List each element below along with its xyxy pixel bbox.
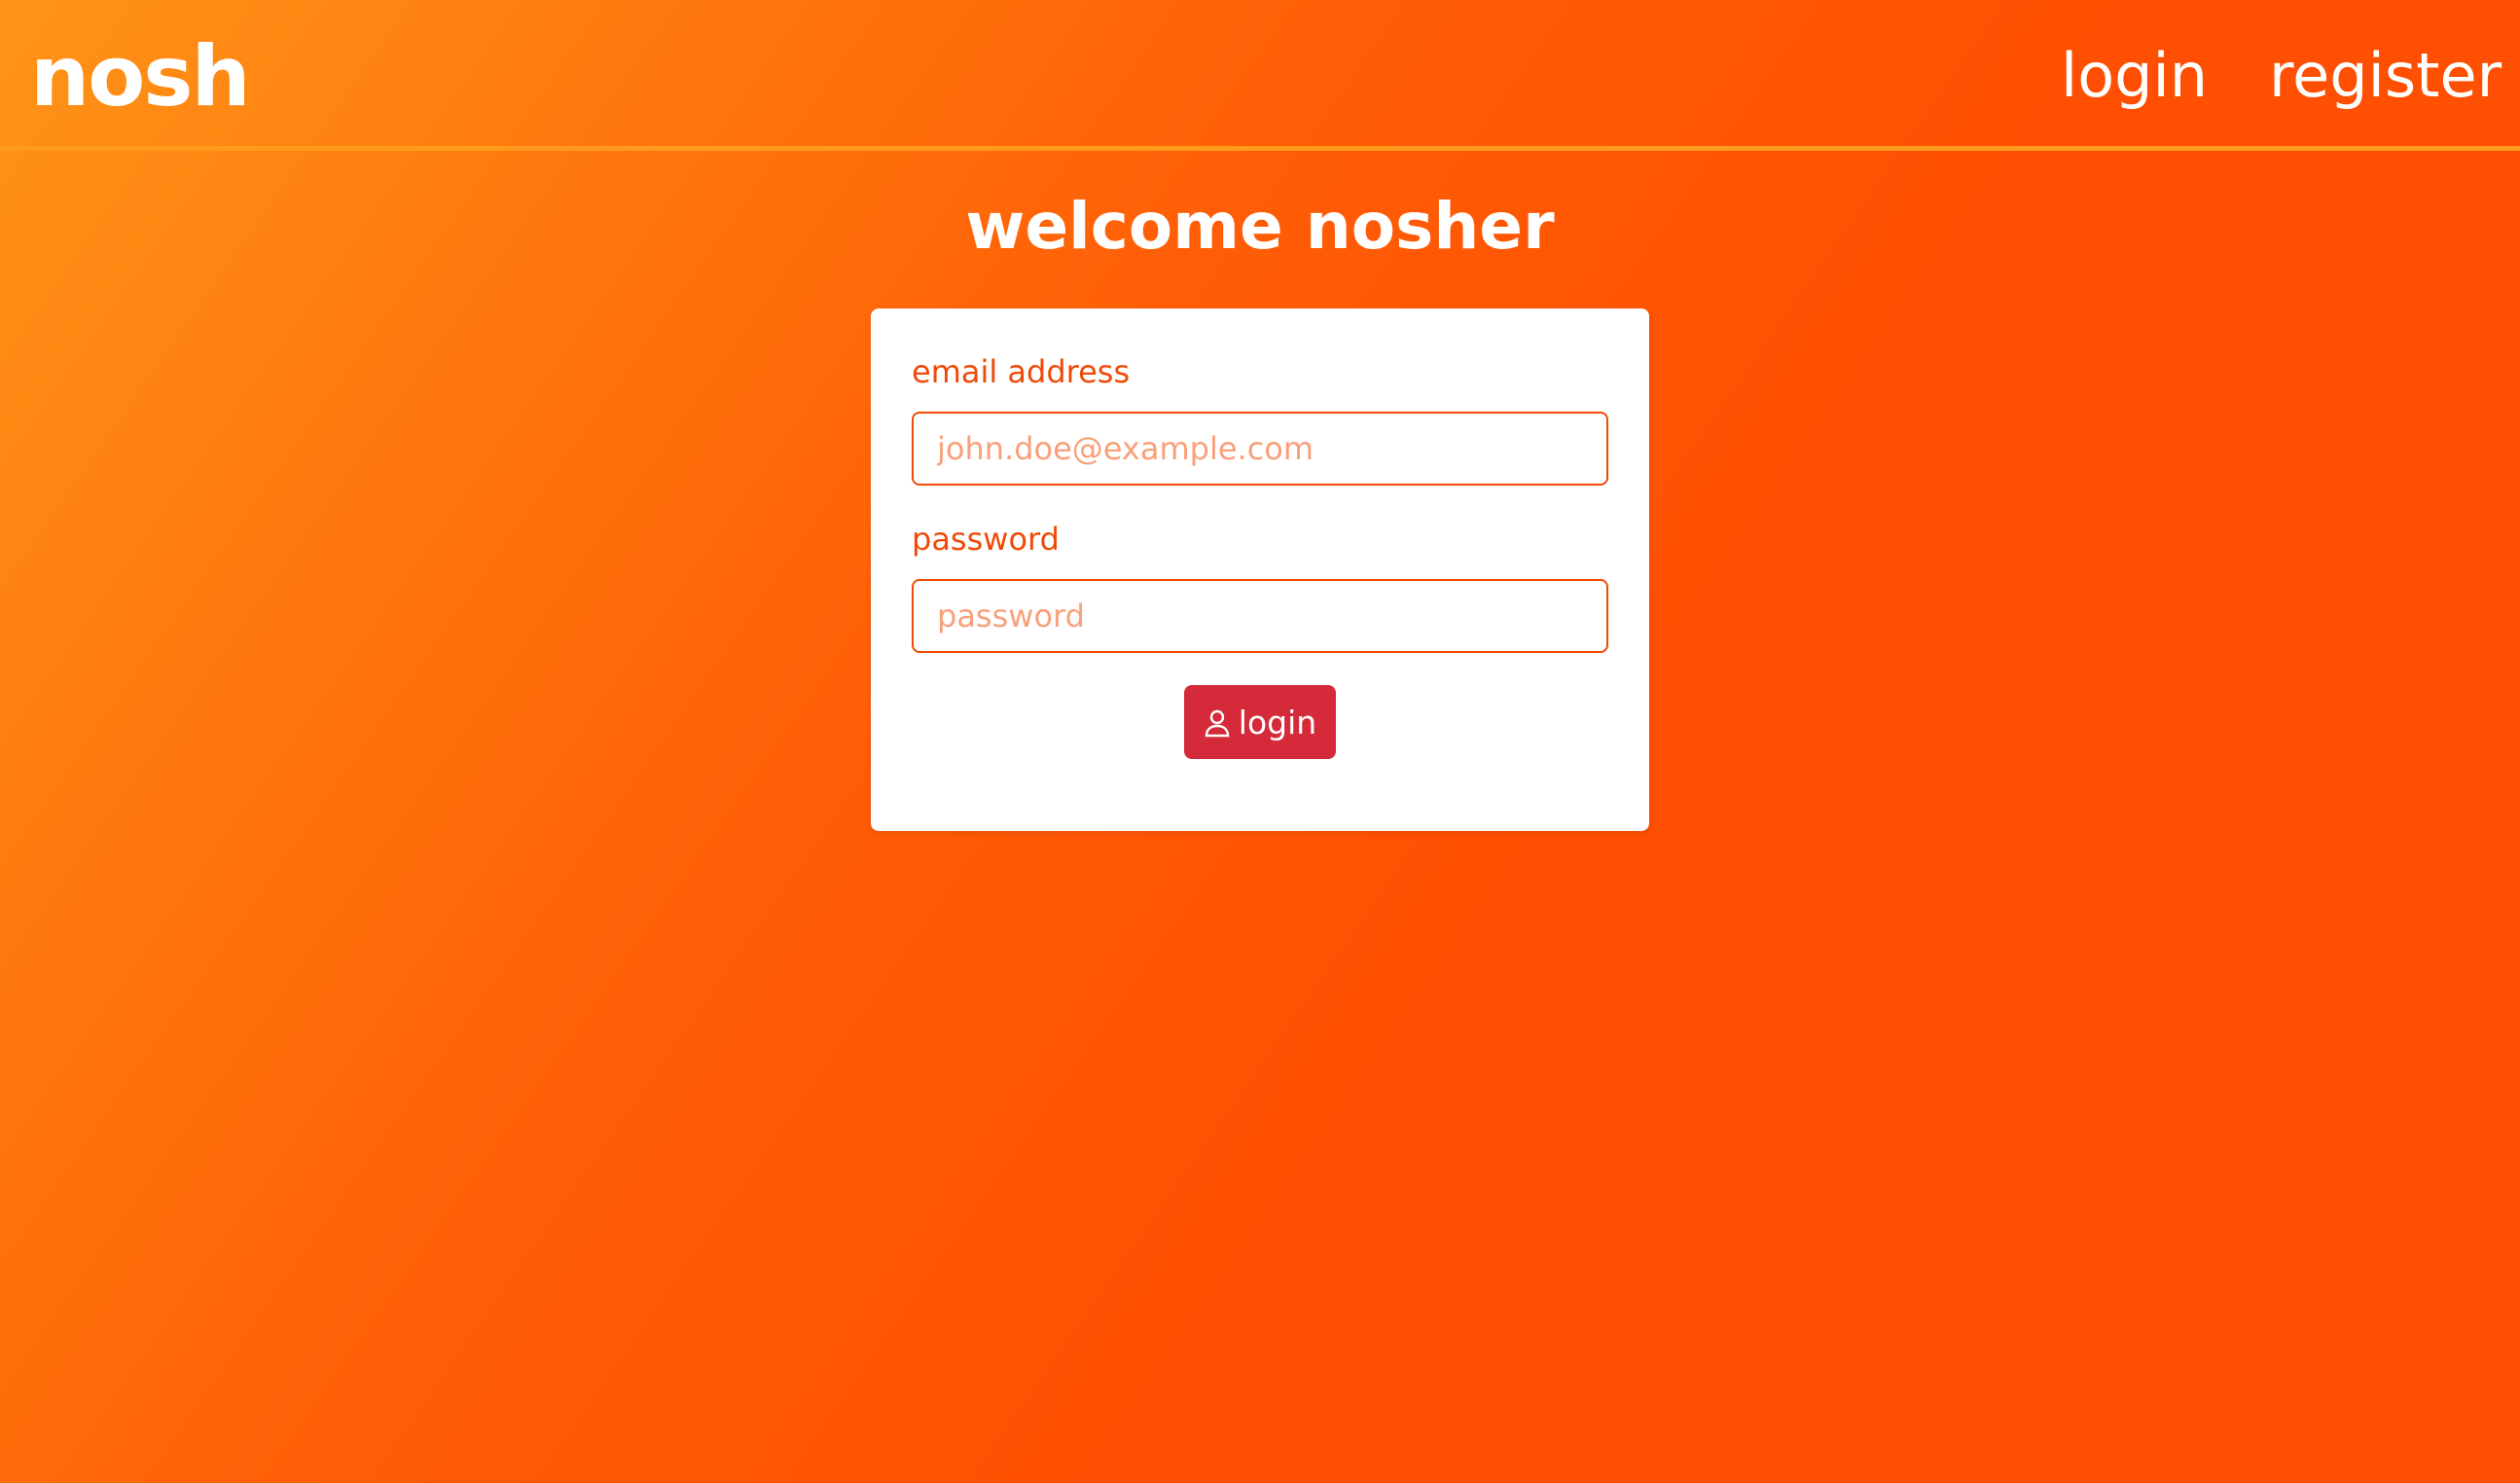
user-icon — [1204, 707, 1231, 738]
email-label: email address — [912, 353, 1131, 390]
login-form-card: email address password login — [871, 308, 1649, 831]
password-input[interactable] — [912, 579, 1608, 653]
login-button-label: login — [1238, 703, 1317, 742]
nav-login-link[interactable]: login — [2061, 37, 2208, 115]
top-navigation-bar: nosh login register — [0, 0, 2520, 151]
email-input[interactable] — [912, 412, 1608, 486]
login-button[interactable]: login — [1184, 685, 1336, 759]
password-label: password — [912, 521, 1060, 558]
nosh-logo[interactable]: nosh — [30, 33, 251, 121]
nav-register-link[interactable]: register — [2269, 37, 2502, 115]
page-title: welcome nosher — [965, 189, 1555, 264]
